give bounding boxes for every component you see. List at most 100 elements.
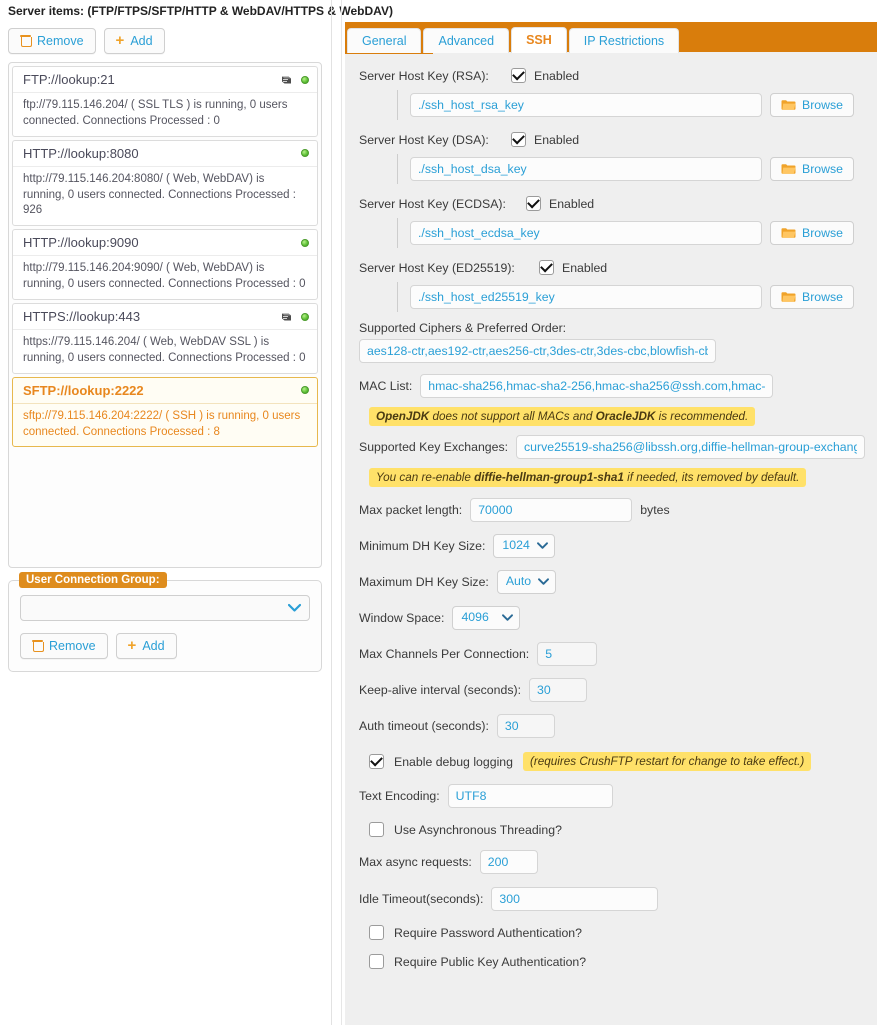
server-item-detail: sftp://79.115.146.204:2222/ ( SSH ) is r… (23, 409, 301, 438)
list-item[interactable]: FTP://lookup:21 ftp://79.115.146.204/ ( … (12, 66, 318, 137)
host-key-rsa-path-input[interactable] (410, 93, 762, 117)
window-space-label: Window Space: (359, 611, 445, 625)
debug-logging-note: (requires CrushFTP restart for change to… (522, 752, 812, 771)
max-async-label: Max async requests: (359, 855, 472, 869)
list-item[interactable]: HTTPS://lookup:443 https://79.115.146.20… (12, 303, 318, 374)
tab-advanced-label: Advanced (438, 34, 495, 48)
min-dh-select-wrap: 1024 (493, 534, 555, 558)
max-packet-row: Max packet length: bytes (359, 498, 865, 522)
host-key-ed25519-browse-button[interactable]: Browse (770, 285, 855, 309)
keepalive-input[interactable] (529, 678, 587, 702)
list-item[interactable]: HTTP://lookup:8080 http://79.115.146.204… (12, 139, 318, 227)
ciphers-label: Supported Ciphers & Preferred Order: (359, 321, 567, 335)
ucg-remove-button[interactable]: Remove (20, 633, 108, 659)
server-item-header: HTTP://lookup:9090 (13, 230, 317, 257)
require-public-key-label: Require Public Key Authentication? (394, 954, 587, 969)
async-threading-row: Use Asynchronous Threading? (359, 822, 865, 837)
trash-icon (20, 35, 32, 47)
mac-note-part-c: OracleJDK (595, 410, 656, 423)
tab-ip-restrictions[interactable]: IP Restrictions (568, 28, 680, 53)
host-key-ed25519-path-input[interactable] (410, 285, 762, 309)
require-password-label: Require Password Authentication? (394, 925, 582, 940)
debug-logging-checkbox[interactable] (369, 754, 384, 769)
idle-timeout-label: Idle Timeout(seconds): (359, 892, 484, 906)
max-dh-row: Maximum DH Key Size: Auto (359, 570, 865, 594)
panel-scroll-track[interactable] (341, 0, 342, 1025)
max-packet-input[interactable] (470, 498, 633, 522)
tab-ip-restrictions-label: IP Restrictions (583, 34, 665, 48)
host-key-dsa-path-input[interactable] (410, 157, 762, 181)
mac-note: OpenJDK does not support all MACs and Or… (369, 407, 756, 426)
tab-ssh[interactable]: SSH (511, 27, 567, 53)
host-key-ecdsa-browse-label: Browse (802, 226, 844, 240)
max-channels-label: Max Channels Per Connection: (359, 647, 530, 661)
host-key-rsa-label: Server Host Key (RSA): (359, 68, 489, 83)
server-item-title: HTTPS://lookup:443 (23, 309, 141, 325)
host-key-ecdsa-label: Server Host Key (ECDSA): (359, 196, 506, 211)
host-key-ecdsa-path-input[interactable] (410, 221, 762, 245)
max-channels-input[interactable] (537, 642, 598, 666)
ssh-tab-panel: Server Host Key (RSA): Enabled Browse Se… (345, 52, 877, 1025)
server-item-detail: http://79.115.146.204:8080/ ( Web, WebDA… (23, 172, 296, 217)
crushftp-server-preferences-page: Server items: (FTP/FTPS/SFTP/HTTP & WebD… (0, 0, 877, 1025)
user-connection-group-legend: User Connection Group: (19, 572, 167, 588)
ucg-add-button[interactable]: + Add (115, 633, 177, 659)
auth-timeout-row: Auth timeout (seconds): (359, 714, 865, 738)
certificate-icon (280, 311, 293, 323)
server-item-title: HTTP://lookup:8080 (23, 145, 139, 161)
mac-list-input[interactable] (420, 374, 774, 398)
mac-note-part-b: does not support all MACs and (429, 410, 596, 423)
host-key-dsa-checkbox[interactable] (511, 132, 526, 147)
folder-icon (781, 99, 796, 111)
window-space-row: Window Space: 4096 (359, 606, 865, 630)
host-key-ed25519-enabled-label: Enabled (562, 260, 608, 275)
server-item-title: FTP://lookup:21 (23, 72, 115, 87)
tab-advanced[interactable]: Advanced (423, 28, 510, 53)
text-encoding-input[interactable] (447, 784, 613, 808)
min-dh-label: Minimum DH Key Size: (359, 539, 486, 553)
server-list-toolbar: Remove + Add (8, 28, 322, 54)
list-item-selected[interactable]: SFTP://lookup:2222 sftp://79.115.146.204… (12, 376, 318, 448)
kex-note-part-c: if needed, its removed by default. (623, 471, 800, 484)
require-password-checkbox[interactable] (369, 925, 384, 940)
list-item[interactable]: HTTP://lookup:9090 http://79.115.146.204… (12, 229, 318, 301)
auth-timeout-input[interactable] (496, 714, 555, 738)
require-public-key-checkbox[interactable] (369, 954, 384, 969)
max-dh-select-wrap: Auto (496, 570, 557, 594)
host-key-dsa-browse-button[interactable]: Browse (770, 157, 855, 181)
ucg-add-label: Add (142, 639, 165, 653)
host-key-ed25519-browse-label: Browse (802, 290, 844, 304)
tab-general[interactable]: General (347, 28, 422, 53)
max-dh-label: Maximum DH Key Size: (359, 575, 489, 589)
key-exchange-input[interactable] (516, 435, 865, 459)
max-dh-select[interactable]: Auto (496, 570, 557, 594)
require-public-key-row: Require Public Key Authentication? (359, 954, 865, 969)
plus-icon: + (115, 32, 125, 49)
host-key-ecdsa-checkbox[interactable] (526, 196, 541, 211)
ciphers-input[interactable] (359, 339, 716, 363)
max-async-input[interactable] (479, 850, 538, 874)
server-list[interactable]: FTP://lookup:21 ftp://79.115.146.204/ ( … (8, 62, 322, 568)
async-threading-label: Use Asynchronous Threading? (394, 822, 562, 837)
server-item-title: SFTP://lookup:2222 (23, 382, 144, 398)
async-threading-checkbox[interactable] (369, 822, 384, 837)
remove-server-button[interactable]: Remove (8, 28, 96, 54)
status-dot-icon (301, 238, 309, 247)
certificate-icon (280, 74, 293, 86)
server-items-panel: Remove + Add FTP://lookup:21 ftp://79.11… (8, 28, 322, 672)
host-key-rsa-checkbox[interactable] (511, 68, 526, 83)
host-key-rsa-browse-button[interactable]: Browse (770, 93, 855, 117)
server-settings-panel: General Advanced SSH IP Restrictions Ser… (345, 22, 877, 1025)
host-key-ecdsa-enabled-label: Enabled (549, 196, 595, 211)
chevron-down-icon (288, 603, 301, 613)
min-dh-select[interactable]: 1024 (493, 534, 555, 558)
debug-logging-row: Enable debug logging (requires CrushFTP … (359, 752, 865, 771)
idle-timeout-input[interactable] (491, 887, 659, 911)
add-server-button[interactable]: + Add (103, 28, 165, 54)
host-key-ecdsa-browse-button[interactable]: Browse (770, 221, 855, 245)
user-connection-group-select[interactable] (20, 595, 310, 621)
window-space-select[interactable]: 4096 (452, 606, 520, 630)
host-key-ed25519-checkbox[interactable] (539, 260, 554, 275)
status-dot-icon (301, 149, 309, 158)
require-password-row: Require Password Authentication? (359, 925, 865, 940)
